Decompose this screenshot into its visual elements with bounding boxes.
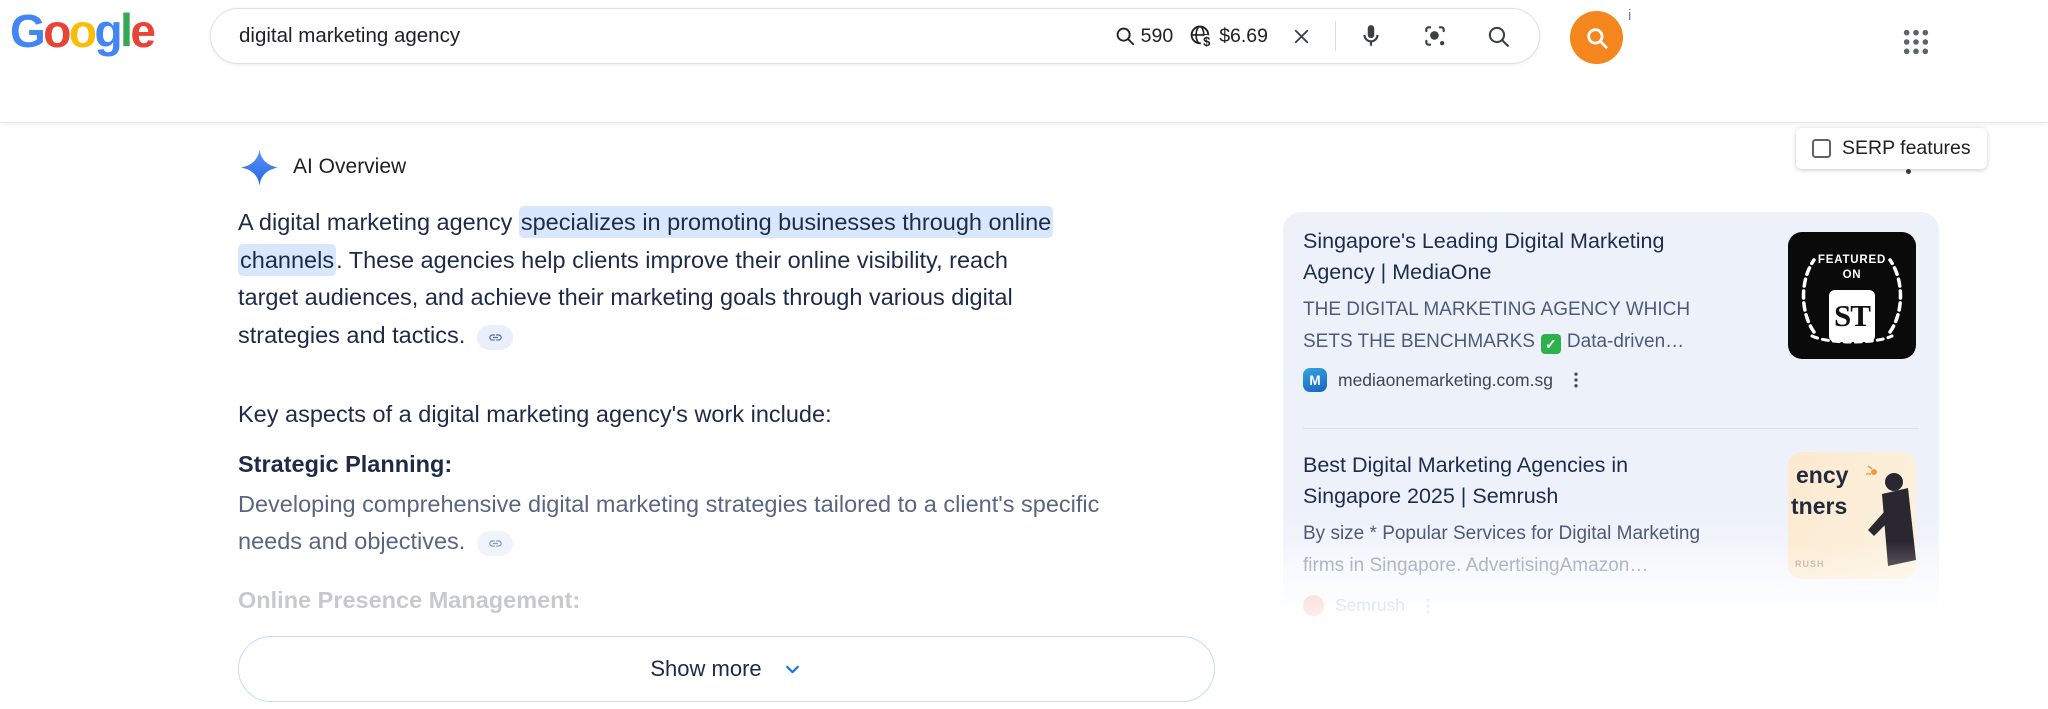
link-icon — [488, 536, 503, 551]
more-vert-icon — [1418, 596, 1438, 616]
result-description-semrush: By size * Popular Services for Digital M… — [1303, 518, 1783, 581]
result-desc-line: By size * Popular Services for Digital M… — [1303, 523, 1701, 544]
section-body-text: needs and objectives. — [238, 528, 466, 554]
paragraph-text: A digital marketing agency — [238, 209, 519, 235]
kwe-cpc: $ $6.69 — [1189, 24, 1268, 49]
google-serp-page: Google 590 — [0, 0, 2048, 709]
result-menu-button[interactable] — [1564, 370, 1588, 390]
result-title-mediaone[interactable]: Singapore's Leading Digital Marketing Ag… — [1303, 226, 1783, 288]
paragraph-text: target audiences, and achieve their mark… — [238, 284, 1013, 311]
section-title-online-presence: Online Presence Management: — [238, 587, 581, 613]
result-domain: mediaonemarketing.com.sg — [1338, 369, 1553, 390]
result-menu-button[interactable] — [1416, 596, 1440, 616]
logo-letter: l — [120, 4, 133, 56]
close-icon — [1290, 25, 1313, 48]
camera-lens-icon — [1422, 23, 1448, 49]
ai-overview-paragraph: A digital marketing agency specializes i… — [238, 204, 1054, 354]
section-body-text: Developing comprehensive digital marketi… — [238, 491, 1100, 517]
result-source-semrush[interactable]: Semrush — [1303, 595, 1440, 616]
ai-overview-title: AI Overview — [293, 155, 407, 178]
google-apps-button[interactable] — [1900, 26, 1932, 58]
search-bar-divider — [1335, 21, 1336, 51]
person-illustration — [1864, 460, 1916, 579]
apps-grid-icon — [1900, 26, 1932, 58]
paragraph-text: strategies and tactics. — [238, 321, 466, 348]
laurel-wreath-icon — [1788, 232, 1916, 359]
result-title-line: Singapore's Leading Digital Marketing — [1303, 229, 1665, 253]
lens-search-button[interactable] — [1422, 23, 1448, 49]
search-bar-controls: 590 $ $6.69 — [1114, 9, 1511, 63]
serp-features-label: SERP features — [1842, 137, 1971, 159]
logo-letter: o — [68, 5, 97, 57]
logo-letter: o — [43, 5, 71, 57]
search-icon-white — [1584, 25, 1610, 51]
ai-sparkle-icon — [241, 148, 278, 186]
result-desc-text: SETS THE BENCHMARKS — [1303, 330, 1535, 352]
ai-overview-sources-panel: Singapore's Leading Digital Marketing Ag… — [1279, 212, 1943, 709]
show-more-button[interactable]: Show more — [238, 636, 1215, 702]
search-volume-icon — [1114, 25, 1136, 47]
google-logo[interactable]: Google — [10, 4, 156, 58]
kwe-volume-value: 590 — [1140, 24, 1174, 47]
result-domain: Semrush — [1335, 595, 1406, 615]
thumb-watermark: RUSH — [1795, 559, 1825, 569]
voice-search-button[interactable] — [1358, 23, 1384, 49]
search-box: 590 $ $6.69 — [210, 8, 1540, 64]
ai-overview-header: AI Overview — [241, 147, 406, 187]
keywords-everywhere-button[interactable] — [1570, 11, 1623, 64]
thumb-text: tners — [1791, 493, 1848, 519]
search-input[interactable] — [239, 9, 1059, 63]
result-title-line: Singapore 2025 | Semrush — [1303, 484, 1559, 508]
thumb-text: ency — [1796, 462, 1849, 488]
chevron-down-icon — [782, 659, 803, 680]
semrush-favicon — [1303, 595, 1324, 616]
result-title-line: Best Digital Marketing Agencies in — [1303, 453, 1629, 477]
kwe-info-superscript[interactable]: i — [1628, 7, 1631, 24]
logo-letter: G — [10, 5, 46, 57]
result-desc-text: Data-driven… — [1566, 330, 1685, 352]
search-submit-button[interactable] — [1486, 24, 1511, 49]
result-desc-line: SETS THE BENCHMARKS ✓ Data-driven… — [1303, 326, 1783, 358]
results-divider — [1303, 428, 1919, 429]
link-icon — [488, 330, 503, 345]
svg-text:$: $ — [1203, 33, 1211, 48]
result-description-mediaone: THE DIGITAL MARKETING AGENCY WHICH SETS … — [1303, 294, 1783, 357]
section-body-text: needs and objectives. — [238, 523, 514, 561]
highlighted-text: specializes in promoting businesses thro… — [518, 206, 1054, 238]
result-desc-line: firms in Singapore. AdvertisingAmazon… — [1303, 554, 1649, 576]
paragraph-text: . These agencies help clients improve th… — [336, 246, 1008, 273]
result-title-line: Agency | MediaOne — [1303, 260, 1492, 284]
logo-letter: g — [94, 5, 123, 57]
result-desc-line: THE DIGITAL MARKETING AGENCY WHICH — [1303, 299, 1691, 320]
show-more-label: Show more — [650, 656, 762, 681]
result-title-semrush[interactable]: Best Digital Marketing Agencies in Singa… — [1303, 450, 1783, 512]
result-source-mediaone[interactable]: M mediaonemarketing.com.sg — [1303, 368, 1588, 392]
microphone-icon — [1358, 23, 1384, 49]
key-aspects-line: Key aspects of a digital marketing agenc… — [238, 401, 832, 427]
logo-letter: e — [130, 5, 156, 57]
section-title-strategic-planning: Strategic Planning: — [238, 451, 453, 477]
serp-features-checkbox[interactable] — [1812, 139, 1831, 158]
globe-dollar-icon: $ — [1189, 24, 1214, 49]
citation-link-button[interactable] — [477, 324, 514, 350]
more-vert-icon — [1566, 370, 1586, 390]
result-thumbnail-mediaone[interactable]: FEATURED ON ST — [1788, 232, 1916, 359]
kwe-cpc-value: $6.69 — [1219, 24, 1268, 47]
clear-search-button[interactable] — [1290, 25, 1313, 48]
serp-chip-anchor-dot — [1906, 169, 1911, 174]
search-header: Google 590 — [0, 0, 2048, 123]
highlighted-text: channels — [238, 243, 337, 276]
mediaone-favicon: M — [1303, 368, 1327, 392]
citation-link-button[interactable] — [477, 531, 514, 556]
serp-features-chip: SERP features — [1796, 128, 1987, 169]
kwe-search-volume: 590 — [1114, 24, 1174, 48]
search-icon — [1486, 24, 1511, 49]
result-thumbnail-semrush[interactable]: ency tners RUSH — [1788, 452, 1916, 579]
check-badge-icon: ✓ — [1540, 334, 1561, 355]
